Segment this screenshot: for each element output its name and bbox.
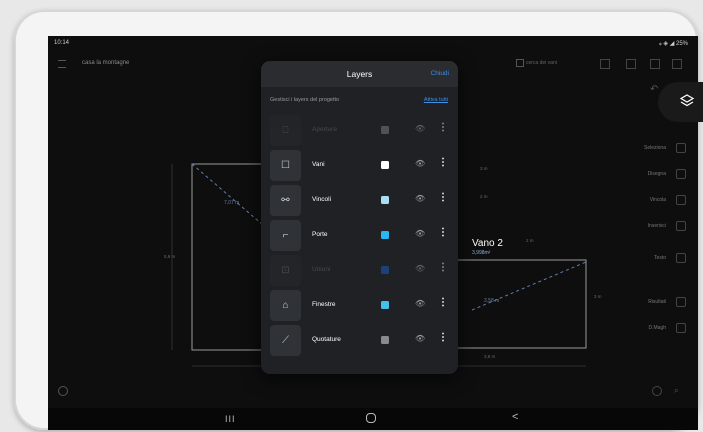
text-icon (676, 253, 686, 263)
layer-thumbnail: ⟋ (270, 325, 301, 356)
layer-row-finestre[interactable]: ⌂ Finestre 👁 ⋮ (261, 290, 458, 326)
visibility-icon[interactable]: 👁 (415, 159, 425, 168)
tool-constraint[interactable]: Vincola (608, 192, 694, 210)
tool-magnet[interactable]: D.Magh (608, 320, 694, 338)
dimension-label: 2 m (480, 194, 488, 199)
tool-label: Disegna (647, 171, 666, 177)
close-button[interactable]: Chiudi (431, 70, 449, 77)
zoom-icon[interactable] (652, 386, 662, 396)
select-icon (676, 143, 686, 153)
layer-name: Vani (312, 161, 325, 168)
layer-thumbnail: ⊡ (270, 255, 301, 286)
tool-insert[interactable]: Inserisci (608, 218, 694, 236)
dimension-label: 3 m (480, 166, 488, 171)
visibility-icon[interactable]: 👁 (415, 264, 425, 273)
magnet-icon (676, 323, 686, 333)
layer-row-vincoli[interactable]: ⚯ Vincoli 👁 ⋮ (261, 185, 458, 221)
dimension-label: 5,9 m (164, 254, 176, 259)
link-icon: ⚯ (281, 195, 290, 206)
layer-name: Quotature (312, 336, 341, 343)
room-name[interactable]: Vano 2 (472, 238, 503, 249)
back-button[interactable]: < (512, 411, 518, 423)
layers-button[interactable] (658, 82, 703, 122)
layer-row-quotature[interactable]: ⟋ Quotature 👁 ⋮ (261, 325, 458, 361)
visibility-icon[interactable]: 👁 (415, 124, 425, 133)
layer-color-swatch[interactable] (381, 196, 389, 204)
home-button[interactable] (366, 413, 376, 423)
plus-icon (676, 221, 686, 231)
layer-color-swatch[interactable] (381, 336, 389, 344)
layer-name: Vincoli (312, 196, 332, 203)
layers-panel: Layers Chiudi Gestisci i layers del prog… (261, 61, 458, 374)
android-nav-bar: III < (48, 408, 698, 430)
layer-name: Porte (312, 231, 328, 238)
more-options-icon[interactable]: ⋮ (438, 123, 448, 133)
room-area: 3,998m² (472, 250, 491, 256)
panel-title: Layers (346, 69, 373, 79)
visibility-icon[interactable]: 👁 (415, 334, 425, 343)
recent-apps-button[interactable]: III (225, 414, 236, 424)
help-icon[interactable] (58, 386, 68, 396)
layer-color-swatch[interactable] (381, 231, 389, 239)
search-icon[interactable]: ⌕ (674, 386, 678, 396)
pencil-icon (676, 169, 686, 179)
layer-color-swatch[interactable] (381, 161, 389, 169)
layers-panel-header: Layers Chiudi (261, 61, 458, 87)
tool-label: Testo (654, 255, 666, 261)
tool-label: Vincola (649, 197, 666, 203)
layer-thumbnail: ⌂ (270, 290, 301, 321)
results-icon (676, 297, 686, 307)
layer-row-porte[interactable]: ⌐ Porte 👁 ⋮ (261, 220, 458, 256)
more-options-icon[interactable]: ⋮ (438, 158, 448, 168)
layer-row-unioni[interactable]: ⊡ Unioni 👁 ⋮ (261, 255, 458, 291)
more-options-icon[interactable]: ⋮ (438, 333, 448, 343)
tool-label: Risultati (648, 299, 666, 305)
layer-name: Finestre (312, 301, 336, 308)
layer-row-vani[interactable]: ☐ Vani 👁 ⋮ (261, 150, 458, 186)
layer-color-swatch[interactable] (381, 301, 389, 309)
dimension-label: 3,9 m (484, 354, 496, 359)
layers-icon (680, 94, 694, 107)
layer-row-aperture[interactable]: ⎕ Aperture 👁 ⋮ (261, 115, 458, 151)
tool-text[interactable]: Testo (608, 250, 694, 268)
union-icon: ⊡ (281, 265, 290, 276)
layer-color-swatch[interactable] (381, 266, 389, 274)
door-icon: ⌐ (282, 230, 289, 241)
visibility-icon[interactable]: 👁 (415, 299, 425, 308)
panel-subtitle: Gestisci i layers del progetto (270, 97, 340, 103)
layer-thumbnail: ⌐ (270, 220, 301, 251)
more-options-icon[interactable]: ⋮ (438, 298, 448, 308)
tool-results[interactable]: Risultati (608, 294, 694, 312)
tool-label: Inserisci (647, 223, 666, 229)
layer-color-swatch[interactable] (381, 126, 389, 134)
activate-all-button[interactable]: Attiva tutti (424, 97, 448, 103)
tool-draw[interactable]: Disegna (608, 166, 694, 184)
measure-icon: ⟋ (282, 335, 289, 346)
tool-select[interactable]: Seleziona (608, 140, 694, 158)
layer-name: Unioni (312, 266, 331, 273)
layer-thumbnail: ⎕ (270, 115, 301, 146)
dimension-label: 3 m (594, 294, 602, 299)
opening-icon: ⎕ (282, 125, 289, 136)
tool-label: D.Magh (648, 325, 666, 331)
visibility-icon[interactable]: 👁 (415, 229, 425, 238)
tool-label: Seleziona (644, 145, 666, 151)
window-icon: ⌂ (282, 300, 289, 311)
more-options-icon[interactable]: ⋮ (438, 228, 448, 238)
visibility-icon[interactable]: 👁 (415, 194, 425, 203)
more-options-icon[interactable]: ⋮ (438, 193, 448, 203)
diagonal-label: 3,58 m (484, 298, 500, 304)
constraint-icon (676, 195, 686, 205)
layer-thumbnail: ⚯ (270, 185, 301, 216)
room-icon: ☐ (281, 160, 290, 171)
layer-thumbnail: ☐ (270, 150, 301, 181)
diagonal-label: 7,07 m (224, 200, 240, 206)
more-options-icon[interactable]: ⋮ (438, 263, 448, 273)
dimension-label: 2 m (526, 238, 534, 243)
layer-name: Aperture (312, 126, 337, 133)
